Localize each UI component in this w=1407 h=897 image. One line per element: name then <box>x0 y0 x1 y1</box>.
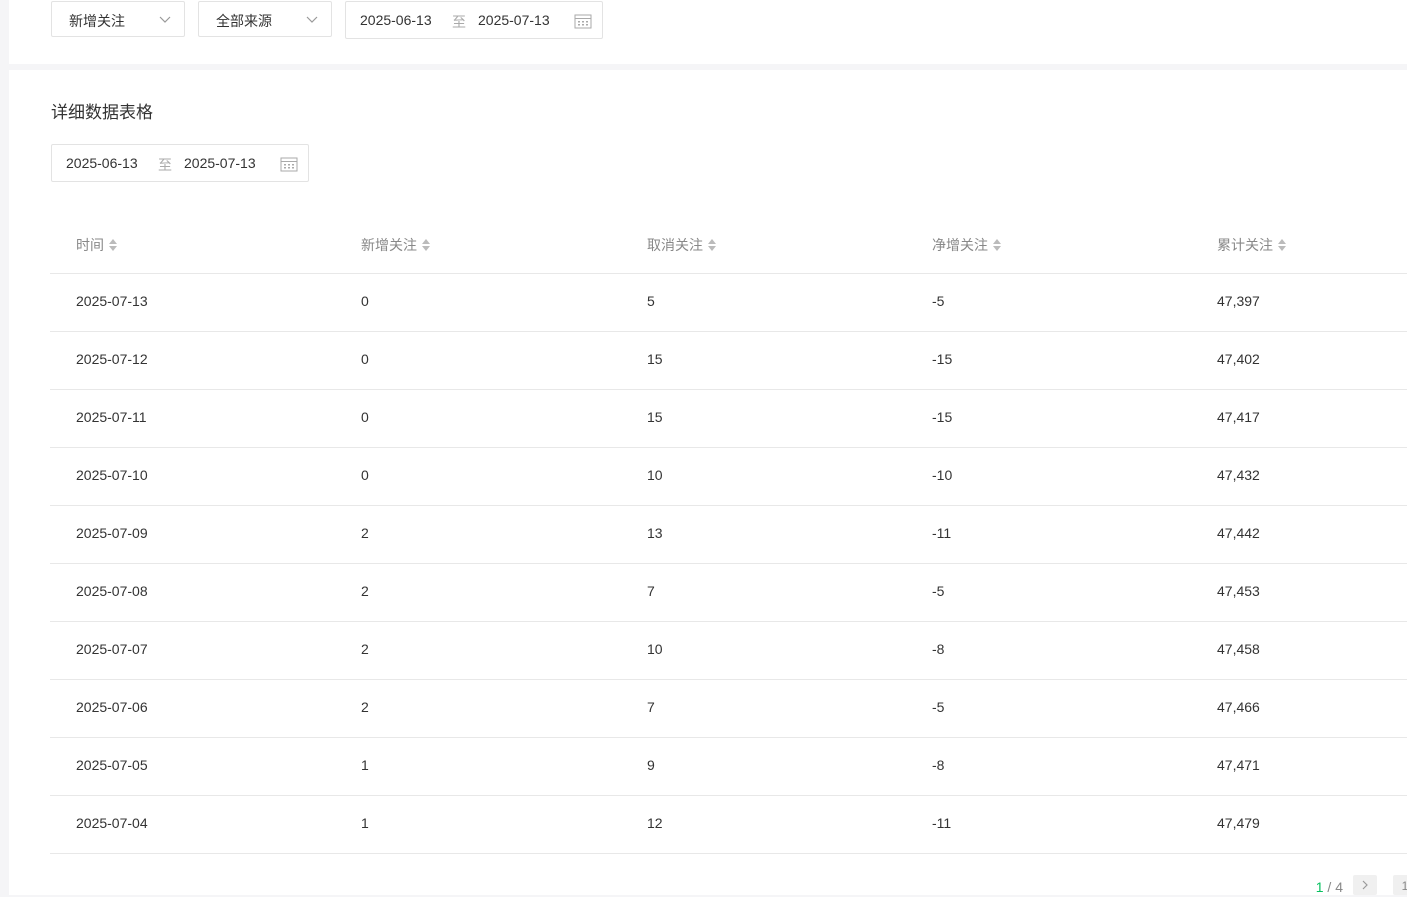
table-row: 2025-07-07 2 10 -8 47,458 <box>50 622 1407 680</box>
sort-icon[interactable] <box>108 237 118 253</box>
table-row: 2025-07-04 1 12 -11 47,479 <box>50 796 1407 854</box>
chevron-right-icon <box>1362 880 1368 890</box>
total-pages: 4 <box>1335 879 1343 895</box>
date-start[interactable]: 2025-06-13 <box>66 155 138 171</box>
column-header-total-follows[interactable]: 累计关注 <box>1217 235 1287 255</box>
column-header-new-follows[interactable]: 新增关注 <box>361 235 431 255</box>
table-row: 2025-07-05 1 9 -8 47,471 <box>50 738 1407 796</box>
table-row: 2025-07-11 0 15 -15 47,417 <box>50 390 1407 448</box>
date-end[interactable]: 2025-07-13 <box>184 155 256 171</box>
source-select[interactable]: 全部来源 <box>198 1 332 37</box>
table-date-range-picker[interactable]: 2025-06-13 至 2025-07-13 <box>51 144 309 182</box>
calendar-icon <box>574 14 592 29</box>
date-separator: 至 <box>452 14 466 30</box>
metric-select[interactable]: 新增关注 <box>51 1 185 37</box>
table-row: 2025-07-06 2 7 -5 47,466 <box>50 680 1407 738</box>
table-row: 2025-07-08 2 7 -5 47,453 <box>50 564 1407 622</box>
date-separator: 至 <box>158 157 172 173</box>
chevron-down-icon <box>306 16 318 23</box>
column-header-net-follows[interactable]: 净增关注 <box>932 235 1002 255</box>
date-range-picker[interactable]: 2025-06-13 至 2025-07-13 <box>345 1 603 39</box>
table-row: 2025-07-10 0 10 -10 47,432 <box>50 448 1407 506</box>
detail-panel: 详细数据表格 2025-06-13 至 2025-07-13 时间 新增关注 取… <box>9 70 1407 895</box>
page-indicator: 1 / 4 <box>1315 879 1343 895</box>
table-row: 2025-07-12 0 15 -15 47,402 <box>50 332 1407 390</box>
filter-bar: 新增关注 全部来源 2025-06-13 至 2025-07-13 <box>9 0 1407 64</box>
sort-icon[interactable] <box>707 237 717 253</box>
column-header-unfollows[interactable]: 取消关注 <box>647 235 717 255</box>
metric-select-value: 新增关注 <box>69 13 125 29</box>
page-jump-input[interactable]: 1 <box>1393 875 1407 895</box>
current-page: 1 <box>1315 879 1324 895</box>
data-table: 时间 新增关注 取消关注 净增关注 累计关注 2025-07-13 0 5 -5 47,… <box>50 215 1407 854</box>
source-select-value: 全部来源 <box>216 13 272 29</box>
calendar-icon <box>280 157 298 172</box>
date-end[interactable]: 2025-07-13 <box>478 12 550 28</box>
date-start[interactable]: 2025-06-13 <box>360 12 432 28</box>
column-header-time[interactable]: 时间 <box>76 235 118 255</box>
sort-icon[interactable] <box>421 237 431 253</box>
sort-icon[interactable] <box>1277 237 1287 253</box>
table-header: 时间 新增关注 取消关注 净增关注 累计关注 <box>50 215 1407 274</box>
chevron-down-icon <box>159 16 171 23</box>
next-page-button[interactable] <box>1353 875 1377 895</box>
table-row: 2025-07-13 0 5 -5 47,397 <box>50 274 1407 332</box>
sort-icon[interactable] <box>992 237 1002 253</box>
table-row: 2025-07-09 2 13 -11 47,442 <box>50 506 1407 564</box>
section-title: 详细数据表格 <box>51 103 153 122</box>
